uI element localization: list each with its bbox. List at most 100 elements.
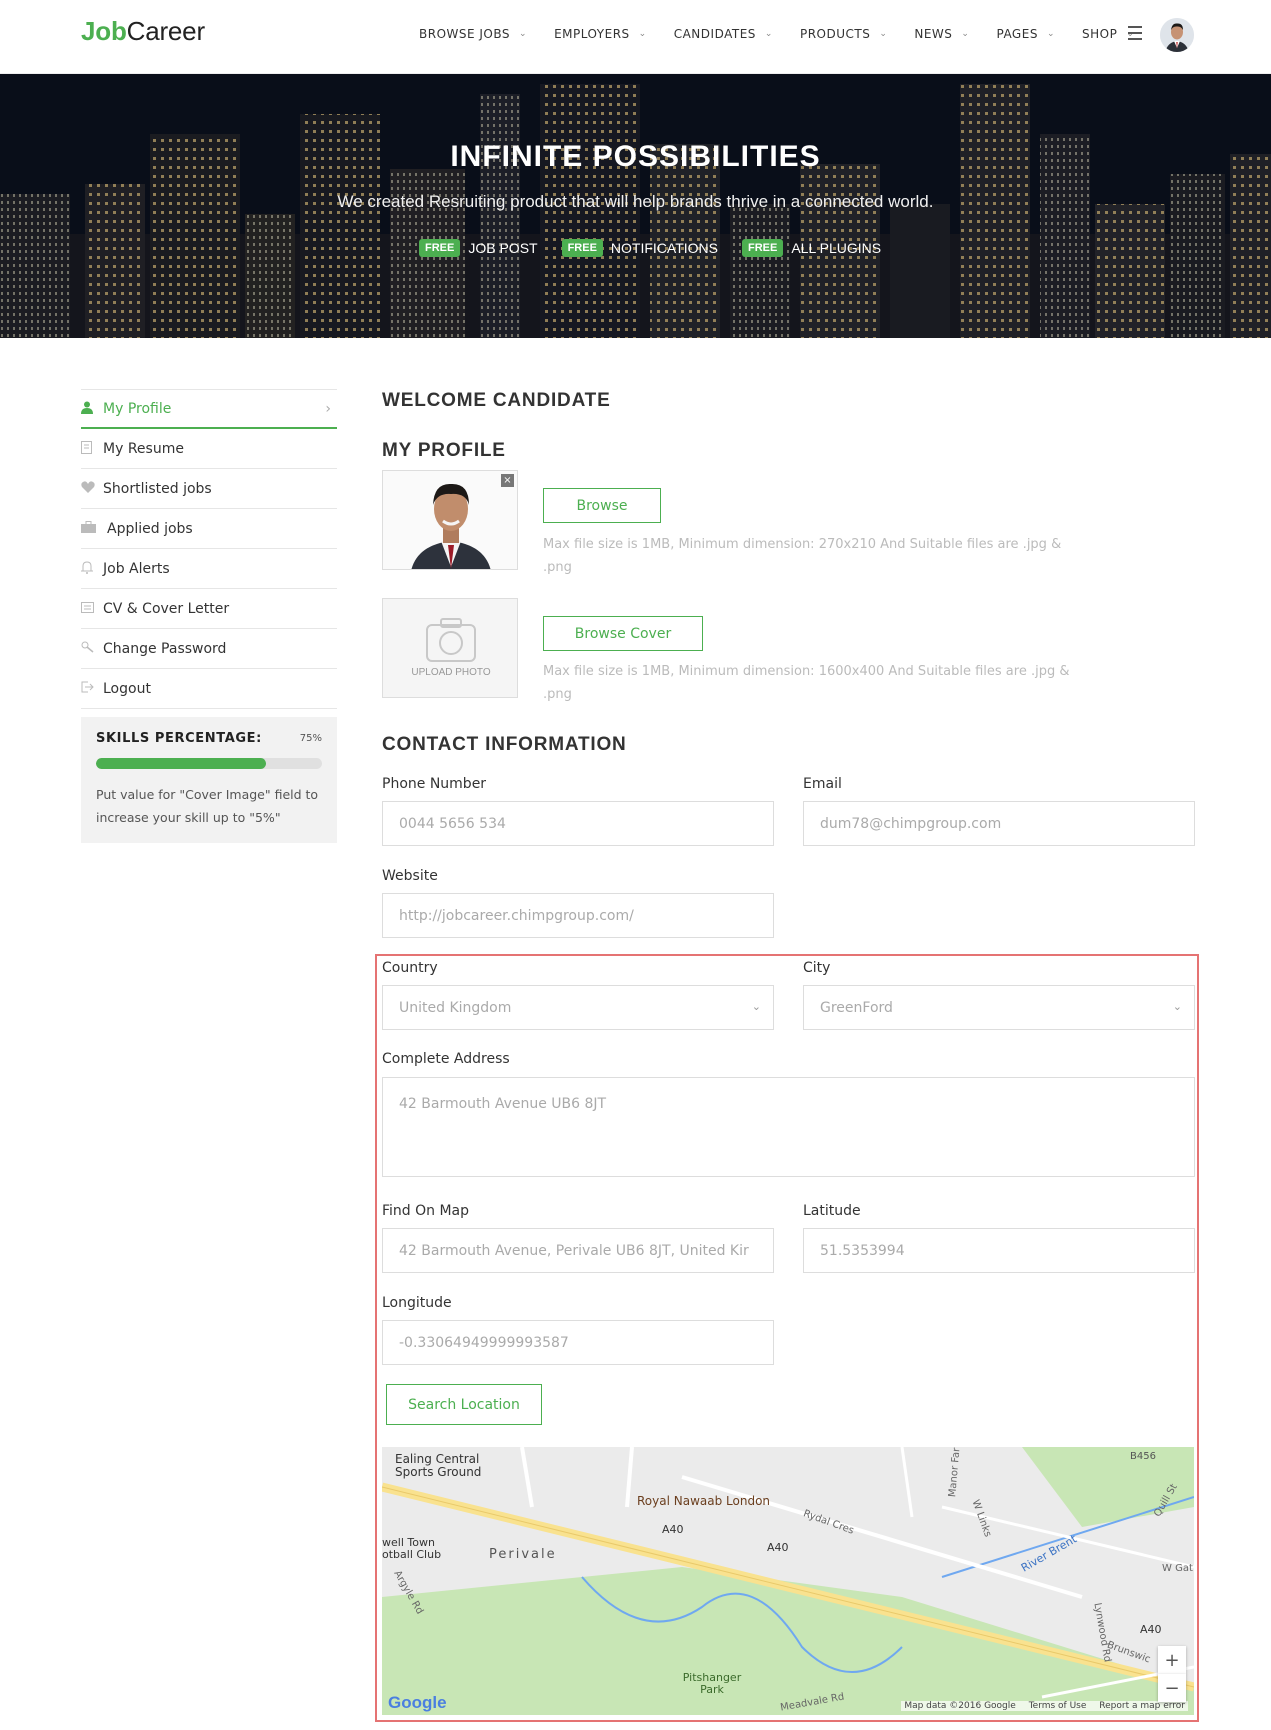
logo-suffix: Career xyxy=(126,16,205,46)
country-value: United Kingdom xyxy=(399,999,512,1016)
browse-button[interactable]: Browse xyxy=(543,488,661,523)
free-badge: FREE xyxy=(742,239,784,257)
website-field[interactable]: http://jobcareer.chimpgroup.com/ xyxy=(382,893,774,938)
remove-photo-icon[interactable]: × xyxy=(501,474,514,487)
location-map[interactable]: Ealing Central Sports Ground Royal Nawaa… xyxy=(382,1447,1194,1715)
nav-item-pages[interactable]: PAGES ⌄ xyxy=(996,27,1055,41)
nav-label: NEWS xyxy=(914,27,953,41)
sidebar-item-job-alerts[interactable]: Job Alerts xyxy=(81,549,337,589)
address-label: Complete Address xyxy=(382,1051,510,1067)
map-label-town: well Town otball Club xyxy=(382,1536,442,1561)
browse-cover-button[interactable]: Browse Cover xyxy=(543,616,703,651)
user-icon xyxy=(81,401,103,417)
feature-job-post: FREE JOB POST xyxy=(419,239,538,257)
chevron-down-icon: ⌄ xyxy=(1172,1000,1182,1013)
phone-field[interactable]: 0044 5656 534 xyxy=(382,801,774,846)
address-textarea[interactable]: 42 Barmouth Avenue UB6 8JT xyxy=(382,1077,1195,1177)
map-label-wgat: W Gat xyxy=(1162,1563,1193,1574)
nav-label: PAGES xyxy=(996,27,1038,41)
nav-item-employers[interactable]: EMPLOYERS ⌄ xyxy=(554,27,647,41)
hamburger-menu-icon[interactable] xyxy=(1128,26,1142,40)
longitude-field[interactable]: -0.33064949999993587 xyxy=(382,1320,774,1365)
free-badge: FREE xyxy=(561,239,603,257)
hero-banner: INFINITE POSSIBILITIES We created Resrui… xyxy=(0,74,1271,338)
account-sidebar: My Profile › My Resume Shortlisted jobs … xyxy=(81,389,337,843)
nav-item-news[interactable]: NEWS ⌄ xyxy=(914,27,969,41)
sidebar-item-label: Change Password xyxy=(103,640,227,657)
city-select[interactable]: GreenFord ⌄ xyxy=(803,985,1195,1030)
chevron-right-icon: › xyxy=(325,400,331,417)
map-label-perivale: Perivale xyxy=(489,1547,557,1562)
cover-hint: Max file size is 1MB, Minimum dimension:… xyxy=(543,664,1070,702)
map-zoom-out-button[interactable]: − xyxy=(1158,1674,1186,1702)
key-icon xyxy=(81,641,103,656)
nav-label: BROWSE JOBS xyxy=(419,27,511,41)
welcome-title: WELCOME CANDIDATE xyxy=(382,390,611,411)
chevron-down-icon: ⌄ xyxy=(879,29,888,39)
logo-prefix: Job xyxy=(81,16,127,46)
sidebar-item-label: My Resume xyxy=(103,440,184,457)
skills-note: Put value for "Cover Image" field to inc… xyxy=(96,787,319,825)
sidebar-item-label: CV & Cover Letter xyxy=(103,600,230,617)
map-terms-link[interactable]: Terms of Use xyxy=(1029,1701,1087,1711)
main-nav: BROWSE JOBS ⌄ EMPLOYERS ⌄ CANDIDATES ⌄ PROD… xyxy=(419,27,1161,41)
nav-item-shop[interactable]: SHOP ⌄ xyxy=(1082,27,1134,41)
upload-photo-label: UPLOAD PHOTO xyxy=(411,667,491,678)
nav-item-products[interactable]: PRODUCTS ⌄ xyxy=(800,27,887,41)
skills-title: SKILLS PERCENTAGE: xyxy=(96,731,262,746)
chevron-down-icon: ⌄ xyxy=(638,29,647,39)
map-report-link[interactable]: Report a map error xyxy=(1099,1701,1185,1711)
latitude-label: Latitude xyxy=(803,1203,861,1219)
user-avatar[interactable] xyxy=(1160,18,1194,52)
map-label-pitshanger: Pitshanger Park xyxy=(682,1671,742,1696)
skills-percent: 75% xyxy=(299,733,322,744)
google-logo: Google xyxy=(388,1693,447,1712)
upload-cover-box[interactable]: UPLOAD PHOTO xyxy=(382,598,518,698)
id-card-icon xyxy=(81,601,103,616)
find-on-map-field[interactable]: 42 Barmouth Avenue, Perivale UB6 8JT, Un… xyxy=(382,1228,774,1273)
map-label-nawaab: Royal Nawaab London xyxy=(637,1494,771,1508)
bell-icon xyxy=(81,560,103,577)
sidebar-item-cv-cover-letter[interactable]: CV & Cover Letter xyxy=(81,589,337,629)
sidebar-item-applied-jobs[interactable]: Applied jobs xyxy=(81,509,337,549)
sidebar-item-label: My Profile xyxy=(103,400,172,417)
sidebar-item-my-resume[interactable]: My Resume xyxy=(81,429,337,469)
sidebar-item-change-password[interactable]: Change Password xyxy=(81,629,337,669)
sidebar-item-my-profile[interactable]: My Profile › xyxy=(81,389,337,429)
logo[interactable]: JobCareer xyxy=(81,16,205,47)
site-header: JobCareer BROWSE JOBS ⌄ EMPLOYERS ⌄ CANDID… xyxy=(0,0,1271,74)
find-on-map-label: Find On Map xyxy=(382,1203,470,1219)
chevron-down-icon: ⌄ xyxy=(961,29,970,39)
nav-item-browse-jobs[interactable]: BROWSE JOBS ⌄ xyxy=(419,27,527,41)
chevron-down-icon: ⌄ xyxy=(751,1000,761,1013)
hero-title: INFINITE POSSIBILITIES xyxy=(450,140,821,173)
country-select[interactable]: United Kingdom ⌄ xyxy=(382,985,774,1030)
country-label: Country xyxy=(382,960,438,976)
camera-icon xyxy=(426,618,476,662)
website-label: Website xyxy=(382,868,438,884)
sidebar-item-shortlisted-jobs[interactable]: Shortlisted jobs xyxy=(81,469,337,509)
nav-item-candidates[interactable]: CANDIDATES ⌄ xyxy=(674,27,773,41)
phone-label: Phone Number xyxy=(382,776,487,792)
feature-label: JOB POST xyxy=(468,240,538,256)
heart-icon xyxy=(81,481,103,496)
skills-progress-fill xyxy=(96,758,266,769)
briefcase-icon xyxy=(81,521,107,536)
email-field[interactable]: dum78@chimpgroup.com xyxy=(803,801,1195,846)
sidebar-item-logout[interactable]: Logout xyxy=(81,669,337,709)
my-profile-title: MY PROFILE xyxy=(382,440,506,461)
nav-label: SHOP xyxy=(1081,27,1118,41)
search-location-button[interactable]: Search Location xyxy=(386,1384,542,1425)
map-label-a40-3: A40 xyxy=(1140,1623,1162,1636)
map-label-ealing: Ealing Central Sports Ground xyxy=(395,1452,482,1479)
nav-label: CANDIDATES xyxy=(673,27,756,41)
longitude-label: Longitude xyxy=(382,1295,452,1311)
latitude-field[interactable]: 51.5353994 xyxy=(803,1228,1195,1273)
nav-label: PRODUCTS xyxy=(799,27,871,41)
nav-label: EMPLOYERS xyxy=(554,27,630,41)
feature-label: ALL PLUGINS xyxy=(791,240,882,256)
sidebar-item-label: Job Alerts xyxy=(103,560,170,577)
map-zoom-in-button[interactable]: + xyxy=(1158,1646,1186,1674)
hero-subtitle: We created Resruiting product that will … xyxy=(337,192,934,211)
document-icon xyxy=(81,440,103,457)
